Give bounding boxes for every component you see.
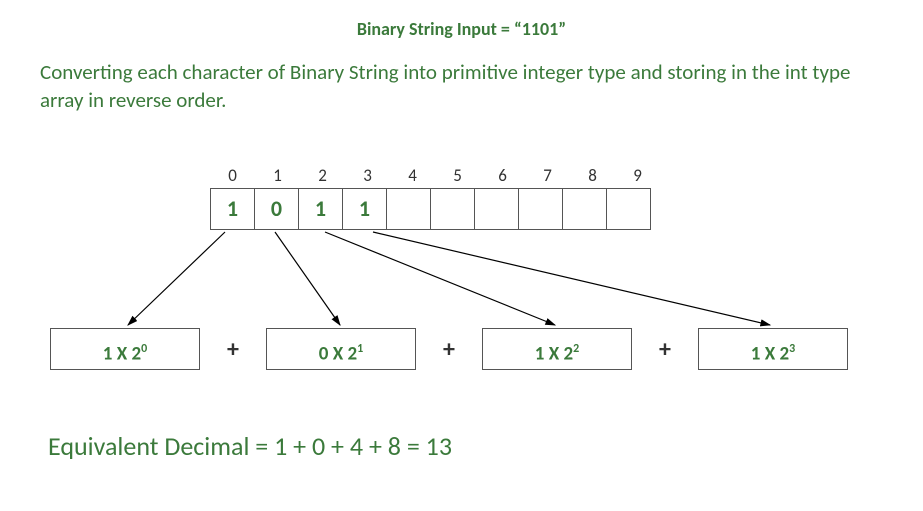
index-label: 5 <box>435 165 480 186</box>
array-cell: 0 <box>254 188 299 230</box>
plus-sign: + <box>200 335 266 364</box>
index-label: 6 <box>480 165 525 186</box>
array-cell <box>518 188 563 230</box>
index-label: 8 <box>570 165 615 186</box>
array-cell <box>606 188 651 230</box>
term-box: 1 X 23 <box>698 328 848 370</box>
array-row: 1 0 1 1 <box>210 188 651 230</box>
plus-sign: + <box>416 335 482 364</box>
arrow <box>373 232 770 325</box>
array-cell: 1 <box>342 188 387 230</box>
plus-sign: + <box>632 335 698 364</box>
term-box: 1 X 20 <box>50 328 200 370</box>
arrow <box>128 232 225 325</box>
index-label: 0 <box>210 165 255 186</box>
arrow <box>275 232 340 325</box>
index-label: 9 <box>615 165 660 186</box>
result-text: Equivalent Decimal = 1 + 0 + 4 + 8 = 13 <box>48 430 452 462</box>
index-label: 1 <box>255 165 300 186</box>
term-row: 1 X 20 + 0 X 21 + 1 X 22 + 1 X 23 <box>50 328 848 370</box>
description: Converting each character of Binary Stri… <box>40 58 880 115</box>
array-cell: 1 <box>210 188 255 230</box>
array-cell: 1 <box>298 188 343 230</box>
title: Binary String Input = “1101” <box>0 18 923 40</box>
array-cell <box>386 188 431 230</box>
index-label: 2 <box>300 165 345 186</box>
arrow <box>325 232 555 325</box>
index-label: 3 <box>345 165 390 186</box>
term-box: 0 X 21 <box>266 328 416 370</box>
index-label: 4 <box>390 165 435 186</box>
array-cell <box>562 188 607 230</box>
term-box: 1 X 22 <box>482 328 632 370</box>
array-cell <box>430 188 475 230</box>
array-cell <box>474 188 519 230</box>
index-label: 7 <box>525 165 570 186</box>
index-row: 0 1 2 3 4 5 6 7 8 9 <box>210 165 660 186</box>
